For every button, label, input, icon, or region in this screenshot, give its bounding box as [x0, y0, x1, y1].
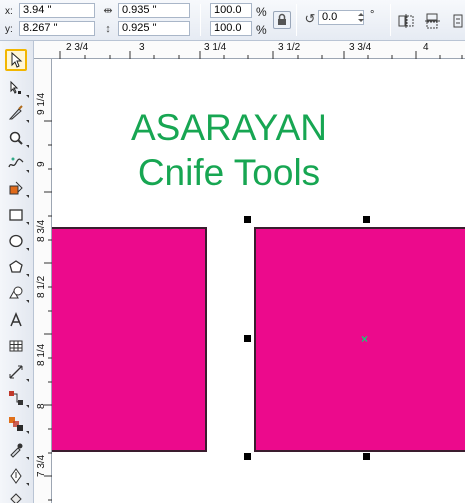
mirror-horizontal-icon	[398, 14, 414, 28]
smart-fill-tool[interactable]	[5, 177, 29, 199]
dimension-icon	[9, 365, 23, 379]
fill-tool[interactable]	[5, 489, 27, 503]
eyedropper-icon	[10, 443, 23, 458]
rectangle-tool[interactable]	[5, 204, 29, 226]
polygon-icon	[9, 260, 23, 273]
ruler-v-label: 7 3/4	[36, 454, 47, 477]
table-tool[interactable]	[5, 335, 27, 357]
lock-icon	[278, 13, 286, 25]
pen-nib-icon	[10, 468, 22, 484]
vertical-ruler[interactable]: 9 1/4 9 8 3/4 8 1/2 8 1/4 8 7 3/4	[34, 59, 52, 503]
drawing-canvas[interactable]: ASARAYAN Cnife Tools ×	[52, 60, 465, 503]
rectangle-icon	[9, 209, 23, 221]
title-line-1[interactable]: ASARAYAN	[114, 108, 344, 148]
selection-handle-top-left[interactable]	[244, 216, 251, 223]
mirror-vertical-icon	[425, 13, 440, 29]
connector-icon	[9, 391, 23, 405]
pointer-icon	[11, 52, 23, 68]
height-field[interactable]: 0.925 "	[118, 21, 190, 36]
smart-fill-icon	[9, 181, 23, 195]
ruler-h-label: 3	[139, 42, 145, 53]
basic-shapes-tool[interactable]	[5, 282, 29, 304]
ruler-h-label: 3 1/4	[204, 42, 227, 53]
left-pink-rectangle[interactable]	[52, 227, 207, 452]
horizontal-ruler[interactable]: 2 3/4 3 3 1/4 3 1/2 3 3/4 4	[34, 41, 465, 59]
property-bar: x: 3.94 " y: 8.267 " ⇹ 0.935 " ↕ 0.925 "…	[0, 0, 465, 41]
ruler-v-label: 8 1/4	[36, 343, 47, 366]
blend-icon	[9, 417, 23, 431]
polygon-tool[interactable]	[5, 256, 29, 278]
ruler-h-label: 3 3/4	[349, 42, 372, 53]
selection-handle-middle-left[interactable]	[244, 335, 251, 342]
width-field[interactable]: 0.935 "	[118, 3, 190, 18]
width-icon: ⇹	[103, 5, 113, 17]
ruler-h-label: 2 3/4	[66, 42, 89, 53]
ruler-h-label: 4	[423, 42, 429, 53]
y-label: y:	[5, 24, 13, 35]
knife-icon	[8, 105, 23, 120]
separator	[390, 4, 391, 36]
outline-tool[interactable]	[5, 465, 29, 487]
separator	[296, 4, 297, 36]
scale-x-field[interactable]: 100.0	[210, 3, 252, 18]
ruler-v-label: 8 1/2	[36, 275, 47, 298]
shape-tool[interactable]	[5, 77, 29, 99]
freehand-tool[interactable]	[5, 152, 29, 174]
degree-label: °	[370, 9, 375, 21]
freehand-icon	[8, 157, 24, 168]
dimension-tool[interactable]	[5, 361, 29, 383]
magnifier-icon	[9, 131, 23, 145]
selection-handle-bottom-middle[interactable]	[363, 453, 370, 460]
percent-x-label: %	[256, 5, 267, 19]
ruler-v-label: 8 3/4	[36, 219, 47, 242]
selection-handle-bottom-left[interactable]	[244, 453, 251, 460]
basic-shapes-icon	[9, 286, 23, 299]
selection-handle-top-middle[interactable]	[363, 216, 370, 223]
connector-tool[interactable]	[5, 387, 29, 409]
x-label: x:	[5, 6, 13, 17]
ruler-v-label: 9 1/4	[36, 92, 47, 115]
horizontal-ruler-ticks	[59, 51, 463, 59]
text-icon	[10, 312, 22, 327]
separator	[200, 4, 201, 36]
x-position-field[interactable]: 3.94 "	[19, 3, 95, 18]
title-line-2[interactable]: Cnife Tools	[114, 153, 344, 193]
center-marker-icon[interactable]: ×	[361, 333, 368, 345]
rotation-spinner[interactable]	[357, 10, 365, 25]
fill-bucket-icon	[10, 493, 22, 503]
knife-tool[interactable]	[5, 102, 29, 124]
mirror-vertical-button[interactable]	[424, 12, 442, 30]
ruler-v-label: 9	[36, 161, 47, 167]
ellipse-tool[interactable]	[5, 230, 29, 252]
toolbox	[0, 41, 34, 503]
ruler-h-label: 3 1/2	[278, 42, 301, 53]
pick-tool[interactable]	[5, 49, 27, 71]
scale-y-field[interactable]: 100.0	[210, 21, 252, 36]
text-tool[interactable]	[5, 309, 27, 331]
percent-y-label: %	[256, 23, 267, 37]
blend-tool[interactable]	[5, 413, 29, 435]
more-options-button[interactable]	[452, 12, 464, 30]
eyedropper-tool[interactable]	[5, 439, 29, 461]
zoom-tool[interactable]	[5, 127, 29, 149]
shape-edit-icon	[10, 80, 21, 94]
rotate-icon: ↺	[304, 11, 316, 26]
ellipse-icon	[9, 234, 23, 248]
table-icon	[9, 340, 23, 352]
options-icon	[453, 14, 463, 28]
height-icon: ↕	[105, 23, 111, 35]
ruler-v-label: 8	[36, 403, 47, 409]
mirror-horizontal-button[interactable]	[397, 12, 415, 30]
right-pink-rectangle-selected[interactable]	[254, 227, 465, 452]
lock-ratio-button[interactable]	[273, 11, 291, 29]
y-position-field[interactable]: 8.267 "	[19, 21, 95, 36]
